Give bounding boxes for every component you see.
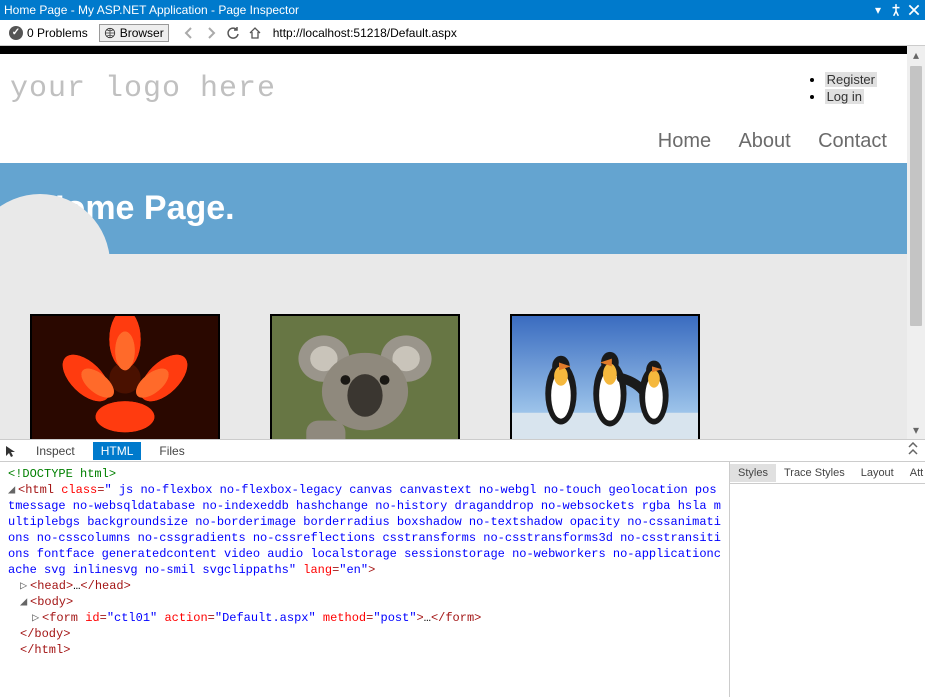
nav-contact[interactable]: Contact — [818, 130, 887, 153]
side-tabs: Styles Trace Styles Layout Att — [730, 462, 925, 484]
list-item: Register — [825, 72, 877, 87]
nav-home[interactable]: Home — [658, 130, 711, 153]
nav-icons — [181, 25, 263, 41]
collapse-icon[interactable]: ◢ — [20, 594, 30, 610]
nav-about[interactable]: About — [738, 130, 790, 153]
image-gallery — [0, 254, 907, 439]
chevrons-icon[interactable] — [907, 442, 919, 459]
expand-icon[interactable]: ▷ — [20, 578, 30, 594]
attributes-tab[interactable]: Att — [902, 464, 925, 482]
pin-icon[interactable] — [889, 3, 903, 17]
expand-icon[interactable]: ▷ — [32, 610, 42, 626]
inspector-panel: Inspect HTML Files <!DOCTYPE html> ◢<htm… — [0, 440, 925, 697]
files-tab[interactable]: Files — [151, 442, 192, 460]
inspector-body: <!DOCTYPE html> ◢<html class=" js no-fle… — [0, 462, 925, 697]
page-viewport: your logo here Register Log in Home Abou… — [0, 46, 907, 439]
html-source-pane[interactable]: <!DOCTYPE html> ◢<html class=" js no-fle… — [0, 462, 729, 697]
styles-pane: Styles Trace Styles Layout Att — [729, 462, 925, 697]
inspect-tab[interactable]: Inspect — [28, 442, 83, 460]
list-item: Log in — [825, 89, 877, 104]
collapse-icon[interactable]: ◢ — [8, 482, 18, 498]
logo-placeholder: your logo here — [10, 72, 907, 106]
dropdown-icon[interactable]: ▾ — [871, 3, 885, 17]
inspector-tabs: Inspect HTML Files — [0, 440, 925, 462]
page-top-strip — [0, 46, 907, 54]
problems-label: 0 Problems — [27, 26, 88, 40]
close-icon[interactable] — [907, 3, 921, 17]
scroll-down-icon[interactable]: ▾ — [907, 421, 925, 439]
trace-styles-tab[interactable]: Trace Styles — [776, 464, 853, 482]
flower-image — [30, 314, 220, 439]
login-link[interactable]: Log in — [825, 89, 864, 104]
window-title: Home Page - My ASP.NET Application - Pag… — [4, 3, 867, 17]
address-bar[interactable] — [269, 24, 921, 42]
forward-icon[interactable] — [203, 25, 219, 41]
main-nav: Home About Contact — [10, 130, 907, 153]
layout-tab[interactable]: Layout — [853, 464, 902, 482]
styles-tab[interactable]: Styles — [730, 464, 776, 482]
koala-image — [270, 314, 460, 439]
scrollbar-thumb[interactable] — [910, 66, 922, 326]
back-icon[interactable] — [181, 25, 197, 41]
refresh-icon[interactable] — [225, 25, 241, 41]
viewport-wrap: your logo here Register Log in Home Abou… — [0, 46, 925, 440]
account-links: Register Log in — [825, 72, 877, 106]
window-titlebar: Home Page - My ASP.NET Application - Pag… — [0, 0, 925, 20]
code-doctype: <!DOCTYPE html> — [8, 467, 116, 481]
register-link[interactable]: Register — [825, 72, 877, 87]
toolbar: ✓ 0 Problems Browser — [0, 20, 925, 46]
globe-icon — [104, 27, 116, 39]
penguins-image — [510, 314, 700, 439]
check-icon: ✓ — [9, 26, 23, 40]
browser-button[interactable]: Browser — [99, 24, 169, 42]
problems-indicator[interactable]: ✓ 0 Problems — [4, 24, 93, 42]
home-icon[interactable] — [247, 25, 263, 41]
html-tab[interactable]: HTML — [93, 442, 142, 460]
banner-title: Home Page. — [40, 189, 907, 228]
page-banner: Home Page. — [0, 163, 907, 254]
browser-label: Browser — [120, 26, 164, 40]
inspect-pointer-icon[interactable] — [4, 444, 18, 458]
page-header: your logo here Register Log in Home Abou… — [0, 54, 907, 163]
vertical-scrollbar[interactable]: ▴ ▾ — [907, 46, 925, 439]
scroll-up-icon[interactable]: ▴ — [907, 46, 925, 64]
